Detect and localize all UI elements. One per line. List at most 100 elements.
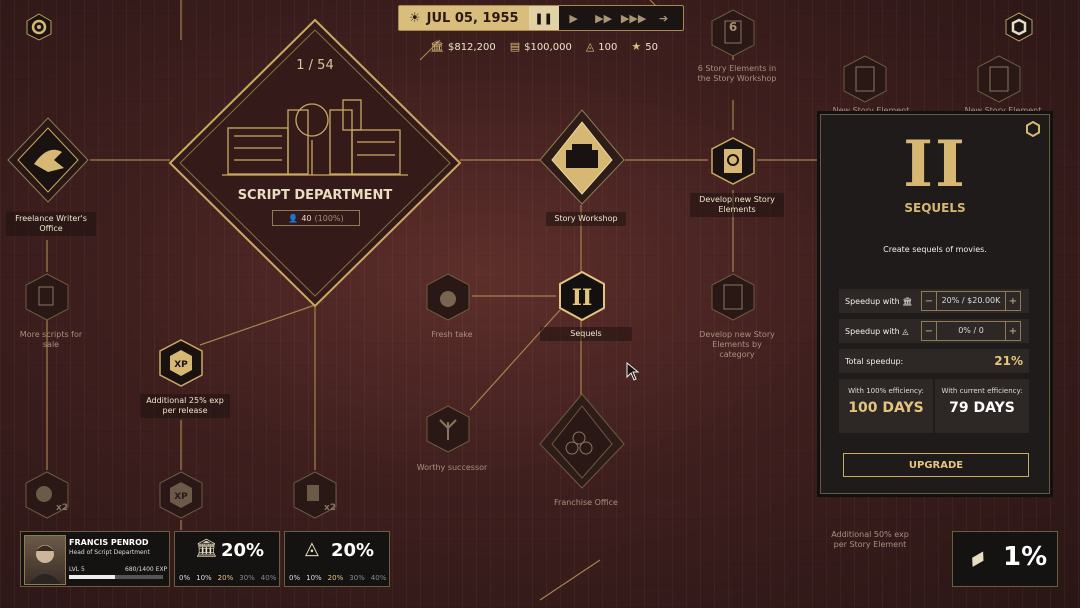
xp-node-2[interactable]: XP bbox=[156, 470, 206, 520]
fresh-take-node[interactable] bbox=[423, 272, 473, 322]
fast-forward-icon: ▶▶ bbox=[595, 11, 613, 25]
eye-icon: ◬ bbox=[585, 40, 595, 53]
money-stat: 🏛 $812,200 bbox=[430, 40, 496, 53]
new-story-element-node-1[interactable] bbox=[840, 54, 890, 104]
department-head-card[interactable]: FRANCIS PENROD Head of Script Department… bbox=[20, 531, 170, 587]
fast-forward-button[interactable]: ▶▶ bbox=[589, 6, 619, 30]
develop-category-label: Develop new Story Elements by category bbox=[699, 330, 775, 359]
gear-icon bbox=[26, 13, 52, 41]
sequels-label: Sequels bbox=[540, 327, 632, 341]
hexagon-icon bbox=[1005, 12, 1033, 42]
department-staff: 👤 40 (100%) bbox=[272, 210, 360, 226]
eye-icon: ◬ bbox=[902, 326, 909, 336]
sun-icon: ☀ bbox=[409, 10, 421, 26]
bank-bonus-value: 20% bbox=[221, 540, 265, 561]
total-speedup-value: 21% bbox=[994, 354, 1023, 368]
decrease-button[interactable]: − bbox=[922, 326, 936, 337]
avatar bbox=[24, 535, 66, 585]
develop-category-node[interactable] bbox=[708, 272, 758, 322]
bank-bonus-card: 🏛 20% 0% 10% 20% 30% 40% bbox=[174, 531, 280, 587]
x2-node-1[interactable]: x2 bbox=[22, 470, 72, 520]
svg-text:x2: x2 bbox=[324, 503, 336, 513]
department-title: SCRIPT DEPARTMENT bbox=[237, 188, 393, 203]
worthy-successor-node[interactable] bbox=[423, 404, 473, 454]
franchise-office-node[interactable] bbox=[538, 392, 626, 492]
speedup-eye-stepper[interactable]: − 0% / 0 + bbox=[921, 321, 1021, 341]
bank-icon: 🏛 bbox=[430, 40, 444, 53]
more-scripts-label: More scripts for sale bbox=[19, 330, 83, 349]
bank-icon: 🏛 bbox=[902, 296, 913, 306]
x2-node-3[interactable]: x2 bbox=[290, 470, 340, 520]
sequels-icon: II bbox=[572, 285, 593, 311]
sequels-node[interactable]: II bbox=[556, 270, 608, 322]
cash-icon: ▤ bbox=[509, 40, 521, 53]
eye-stat: ◬ 100 bbox=[585, 40, 618, 53]
eye-bonus-card: ◬ 20% 0% 10% 20% 30% 40% bbox=[284, 531, 390, 587]
play-icon: ▶ bbox=[569, 11, 578, 25]
person-icon: 👤 bbox=[288, 213, 299, 223]
svg-text:x2: x2 bbox=[56, 503, 68, 513]
decrease-button[interactable]: − bbox=[922, 296, 936, 307]
date-text: JUL 05, 1955 bbox=[426, 10, 519, 26]
apple-icon bbox=[440, 291, 456, 307]
additional-exp-node[interactable]: XP bbox=[156, 338, 206, 388]
efficiency-100-box: With 100% efficiency: 100 DAYS bbox=[839, 379, 933, 433]
pause-button[interactable]: ❚❚ bbox=[528, 6, 559, 30]
star-icon: ★ bbox=[631, 40, 642, 53]
faster-forward-icon: ▶▶▶ bbox=[620, 11, 647, 25]
more-scripts-node[interactable] bbox=[22, 272, 72, 322]
increase-button[interactable]: + bbox=[1006, 326, 1020, 337]
eye-icon: ◬ bbox=[305, 538, 319, 559]
total-speedup-row: Total speedup: 21% bbox=[839, 349, 1029, 373]
time-controls: ☀ JUL 05, 1955 ❚❚ ▶ ▶▶ ▶▶▶ ➔ bbox=[398, 5, 684, 31]
head-role: Head of Script Department bbox=[69, 549, 150, 556]
speedup-money-stepper[interactable]: − 20% / $20.00K + bbox=[921, 291, 1021, 311]
bank-icon: 🏛 bbox=[195, 538, 218, 559]
ticket-bonus-card: ▰ 1% bbox=[952, 531, 1058, 587]
resource-stats: 🏛 $812,200 ▤ $100,000 ◬ 100 ★ 50 bbox=[430, 40, 658, 53]
star-stat: ★ 50 bbox=[631, 40, 658, 53]
freelance-node[interactable] bbox=[4, 114, 92, 206]
department-counter: 1 / 54 bbox=[296, 58, 334, 73]
head-level: LVL 5 bbox=[69, 566, 85, 573]
settings-button[interactable] bbox=[24, 12, 54, 42]
story-workshop-node[interactable] bbox=[538, 108, 626, 208]
typewriter-icon bbox=[566, 150, 598, 168]
cash-stat: ▤ $100,000 bbox=[509, 40, 572, 53]
develop-new-node[interactable] bbox=[708, 136, 758, 186]
skip-icon: ➔ bbox=[659, 11, 669, 25]
worthy-successor-label: Worthy successor bbox=[416, 463, 488, 472]
speedup-eye-row: Speedup with ◬ − 0% / 0 + bbox=[839, 319, 1029, 343]
head-name: FRANCIS PENROD bbox=[69, 538, 149, 547]
increase-button[interactable]: + bbox=[1006, 296, 1020, 307]
exp-bar bbox=[69, 575, 163, 579]
svg-text:XP: XP bbox=[174, 492, 188, 502]
upgrade-button[interactable]: UPGRADE bbox=[843, 453, 1029, 477]
date-display: ☀ JUL 05, 1955 bbox=[399, 6, 529, 30]
new-story-element-label-1: New Story Element bbox=[832, 106, 910, 112]
skip-button[interactable]: ➔ bbox=[649, 6, 679, 30]
ticket-bonus-value: 1% bbox=[1003, 542, 1048, 572]
additional-exp-label: Additional 25% exp per release bbox=[140, 394, 230, 418]
sequels-detail-panel: II SEQUELS Create sequels of movies. Spe… bbox=[820, 114, 1050, 494]
bank-bonus-tiers: 0% 10% 20% 30% 40% bbox=[179, 574, 277, 582]
head-exp: 680/1400 EXP bbox=[125, 566, 168, 573]
franchise-office-label: Franchise Office bbox=[554, 498, 618, 507]
eye-bonus-tiers: 0% 10% 20% 30% 40% bbox=[289, 574, 387, 582]
faster-forward-button[interactable]: ▶▶▶ bbox=[619, 6, 649, 30]
play-button[interactable]: ▶ bbox=[559, 6, 589, 30]
eye-bonus-value: 20% bbox=[331, 540, 375, 561]
pause-icon: ❚❚ bbox=[534, 11, 553, 25]
six-elements-label: 6 Story Elements in the Story Workshop bbox=[697, 64, 777, 83]
story-workshop-label: Story Workshop bbox=[546, 212, 626, 226]
fresh-take-label: Fresh take bbox=[431, 330, 473, 339]
hex-menu-button[interactable] bbox=[1004, 12, 1034, 42]
panel-title: SEQUELS bbox=[904, 201, 966, 215]
cursor-icon bbox=[626, 362, 640, 381]
svg-text:XP: XP bbox=[174, 360, 188, 370]
develop-new-label: Develop new Story Elements bbox=[690, 193, 784, 217]
exp-bar-fill bbox=[69, 575, 116, 579]
new-story-element-node-2[interactable] bbox=[974, 54, 1024, 104]
efficiency-current-box: With current efficiency: 79 DAYS bbox=[935, 379, 1029, 433]
panel-description: Create sequels of movies. bbox=[883, 245, 987, 254]
